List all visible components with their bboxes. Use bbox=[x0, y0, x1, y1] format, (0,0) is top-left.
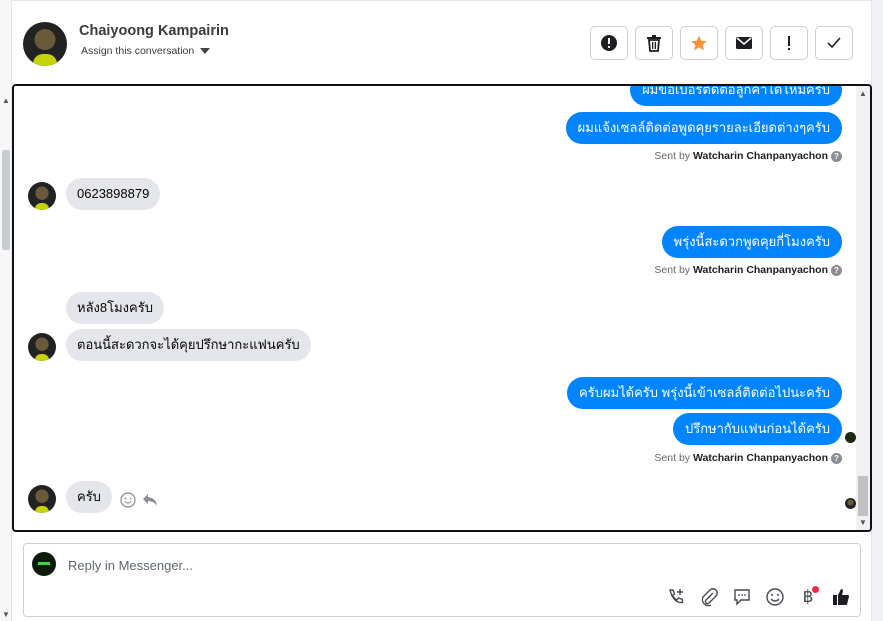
right-panel-edge bbox=[871, 0, 883, 621]
message-thread[interactable]: ผมขอเบอร์ติดต่อลูกค้าได้ไหมครับ ผมแจ้งเซ… bbox=[12, 84, 872, 532]
call-button[interactable] bbox=[665, 586, 687, 608]
sent-by-prefix: Sent by bbox=[654, 150, 691, 162]
help-icon[interactable]: ? bbox=[831, 452, 842, 464]
follow-up-button[interactable] bbox=[770, 26, 808, 60]
sent-by-agent: Watcharin Chanpanyachon bbox=[693, 452, 828, 464]
like-button[interactable] bbox=[830, 586, 852, 608]
assign-label: Assign this conversation bbox=[81, 45, 195, 57]
scroll-up-arrow-icon[interactable]: ▲ bbox=[859, 89, 867, 98]
notification-dot bbox=[812, 586, 819, 593]
incoming-message[interactable]: ตอนนี้สะดวกจะได้คุยปรึกษากะแฟนครับ bbox=[66, 329, 311, 361]
saved-replies-icon bbox=[734, 589, 750, 606]
thread-scrollbar[interactable]: ▲ ▼ bbox=[856, 86, 870, 530]
help-icon[interactable]: ? bbox=[831, 150, 842, 162]
chevron-down-icon bbox=[200, 48, 211, 54]
mark-done-button[interactable] bbox=[815, 26, 853, 60]
sent-by-prefix: Sent by bbox=[654, 264, 691, 276]
contact-name[interactable]: Chaiyoong Kampairin bbox=[79, 23, 229, 39]
attach-file-button[interactable] bbox=[698, 586, 720, 608]
saved-replies-button[interactable] bbox=[731, 586, 753, 608]
outgoing-message[interactable]: ปรึกษากับแฟนก่อนได้ครับ bbox=[672, 413, 842, 445]
checkmark-icon bbox=[827, 37, 841, 49]
emoji-button[interactable] bbox=[764, 586, 786, 608]
composer-toolbar: ฿ bbox=[665, 586, 852, 608]
alert-circle-icon bbox=[601, 35, 617, 51]
assign-conversation-dropdown[interactable]: Assign this conversation bbox=[81, 45, 211, 57]
outgoing-message[interactable]: ผมแจ้งเซลล์ติดต่อพูดคุยรายละเอียดต่างๆคร… bbox=[565, 112, 842, 144]
scroll-down-arrow-icon[interactable]: ▼ bbox=[859, 518, 867, 527]
scroll-up-arrow-icon[interactable]: ▲ bbox=[2, 96, 10, 105]
exclamation-icon bbox=[788, 36, 790, 50]
sent-by-prefix: Sent by bbox=[654, 452, 691, 464]
trash-icon bbox=[647, 35, 661, 52]
delete-button[interactable] bbox=[635, 26, 673, 60]
reply-arrow-icon[interactable] bbox=[142, 493, 158, 507]
incoming-message[interactable]: 0623898879 bbox=[66, 178, 161, 210]
conversation-actions bbox=[590, 26, 853, 60]
outer-scrollbar-thumb[interactable] bbox=[2, 150, 10, 250]
sent-by-label: Sent by Watcharin Chanpanyachon ? bbox=[654, 150, 842, 162]
star-icon bbox=[691, 35, 707, 51]
thread-scrollbar-thumb[interactable] bbox=[858, 476, 868, 516]
contact-avatar[interactable] bbox=[23, 22, 67, 66]
messenger-inbox-conversation: ▲ ▼ Chaiyoong Kampairin Assign this conv… bbox=[0, 0, 883, 621]
attachment-icon bbox=[701, 588, 718, 607]
incoming-message[interactable]: หลัง8โมงครับ bbox=[66, 292, 164, 324]
help-icon[interactable]: ? bbox=[831, 264, 842, 276]
scroll-down-arrow-icon[interactable]: ▼ bbox=[2, 610, 10, 619]
report-spam-button[interactable] bbox=[590, 26, 628, 60]
conversation-header: Chaiyoong Kampairin Assign this conversa… bbox=[12, 4, 871, 82]
incoming-message[interactable]: ครับ bbox=[66, 481, 112, 513]
reply-composer: ฿ bbox=[23, 543, 861, 617]
contact-avatar-small[interactable] bbox=[28, 333, 56, 361]
call-icon bbox=[669, 589, 684, 604]
sent-by-label: Sent by Watcharin Chanpanyachon ? bbox=[654, 264, 842, 276]
sent-by-agent: Watcharin Chanpanyachon bbox=[693, 150, 828, 162]
outgoing-message[interactable]: ผมขอเบอร์ติดต่อลูกค้าได้ไหมครับ bbox=[630, 86, 842, 106]
contact-avatar-small[interactable] bbox=[28, 182, 56, 210]
contact-avatar-small[interactable] bbox=[28, 485, 56, 513]
like-icon bbox=[833, 589, 849, 605]
reply-input[interactable] bbox=[68, 555, 828, 575]
star-button[interactable] bbox=[680, 26, 718, 60]
payment-button[interactable]: ฿ bbox=[797, 586, 819, 608]
message-hover-tools bbox=[120, 492, 158, 508]
sent-by-agent: Watcharin Chanpanyachon bbox=[693, 264, 828, 276]
page-avatar bbox=[32, 552, 56, 576]
outgoing-message[interactable]: พรุ่งนี้สะดวกพูดคุยกี่โมงครับ bbox=[661, 226, 842, 258]
outer-scrollbar[interactable]: ▲ ▼ bbox=[0, 0, 12, 621]
sent-by-label: Sent by Watcharin Chanpanyachon ? bbox=[654, 452, 842, 464]
react-emoji-icon[interactable] bbox=[120, 492, 136, 508]
envelope-icon bbox=[736, 37, 752, 49]
outgoing-message[interactable]: ครับผมได้ครับ พรุ่งนี้เข้าเซลล์ติดต่อไปน… bbox=[567, 377, 842, 409]
emoji-icon bbox=[766, 588, 784, 606]
mark-unread-button[interactable] bbox=[725, 26, 763, 60]
